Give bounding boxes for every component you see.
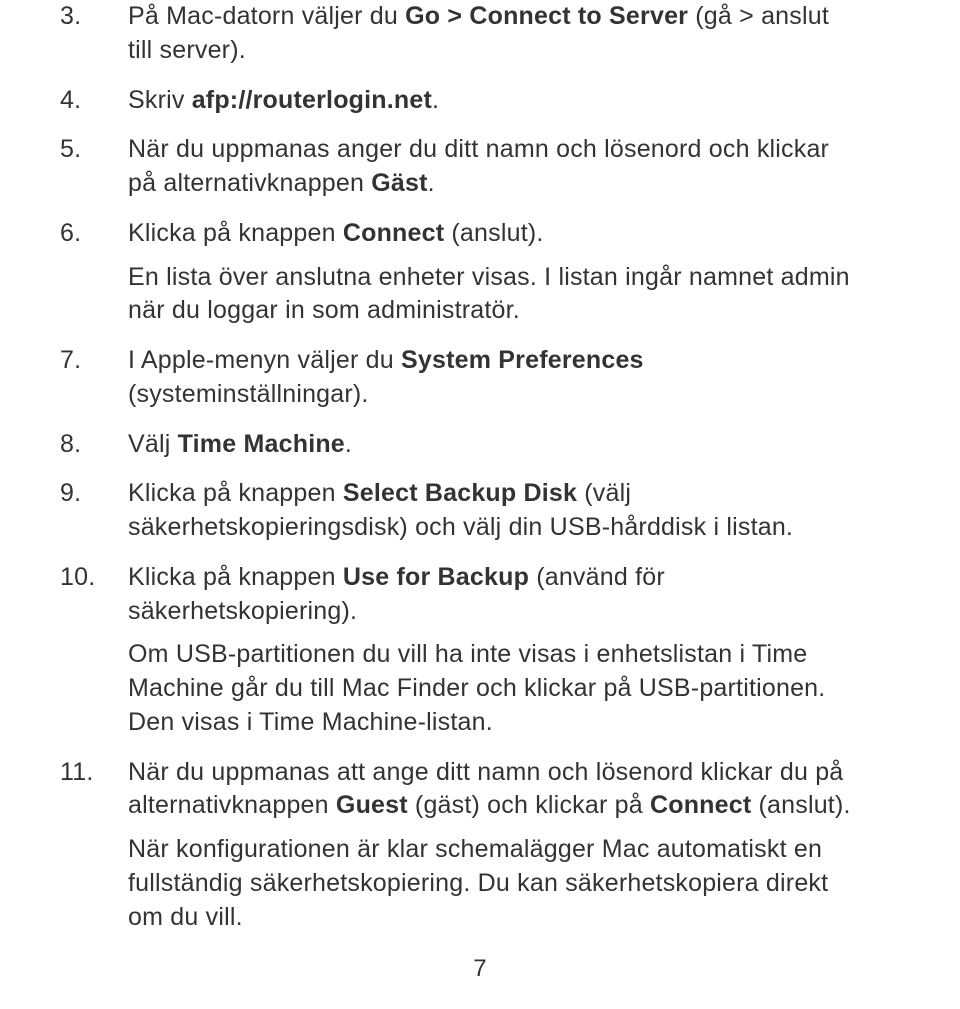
document-page: 3.På Mac-datorn väljer du Go > Connect t…: [0, 0, 960, 1009]
page-number: 7: [0, 953, 960, 985]
bold-text: Use for Backup: [343, 563, 529, 591]
text-run: I Apple-menyn väljer du: [128, 346, 401, 374]
step-body: När du uppmanas att ange ditt namn och l…: [128, 756, 860, 935]
step-paragraph: När du uppmanas att ange ditt namn och l…: [128, 756, 860, 824]
bold-text: Connect: [343, 219, 444, 247]
text-run: Välj: [128, 430, 178, 458]
step-number: 8.: [60, 428, 128, 462]
instruction-step: 10.Klicka på knappen Use for Backup (anv…: [60, 561, 860, 740]
step-body: När du uppmanas anger du ditt namn och l…: [128, 133, 860, 201]
step-body: Välj Time Machine.: [128, 428, 860, 462]
instruction-step: 3.På Mac-datorn väljer du Go > Connect t…: [60, 0, 860, 68]
bold-text: Select Backup Disk: [343, 479, 577, 507]
step-paragraph: En lista över anslutna enheter visas. I …: [128, 261, 860, 329]
step-paragraph: När du uppmanas anger du ditt namn och l…: [128, 133, 860, 201]
text-run: (anslut).: [444, 219, 543, 247]
step-body: Klicka på knappen Select Backup Disk (vä…: [128, 477, 860, 545]
step-body: Klicka på knappen Connect (anslut). En li…: [128, 217, 860, 328]
text-run: Klicka på knappen: [128, 219, 343, 247]
step-paragraph: På Mac-datorn väljer du Go > Connect to …: [128, 0, 860, 68]
step-paragraph: Klicka på knappen Connect (anslut).: [128, 217, 860, 251]
text-run: När konfigurationen är klar schemalägger…: [128, 835, 828, 931]
text-run: .: [428, 169, 435, 197]
instruction-step: 7.I Apple-menyn väljer du System Prefere…: [60, 344, 860, 412]
step-paragraph: Skriv afp://routerlogin.net.: [128, 84, 860, 118]
bold-text: Gäst: [371, 169, 427, 197]
step-number: 6.: [60, 217, 128, 328]
step-number: 11.: [60, 756, 128, 935]
text-run: .: [432, 86, 439, 114]
step-body: I Apple-menyn väljer du System Preferenc…: [128, 344, 860, 412]
text-run: Klicka på knappen: [128, 479, 343, 507]
instruction-step: 9.Klicka på knappen Select Backup Disk (…: [60, 477, 860, 545]
text-run: (anslut).: [751, 791, 850, 819]
instruction-step: 6.Klicka på knappen Connect (anslut). En …: [60, 217, 860, 328]
step-paragraph: I Apple-menyn väljer du System Preferenc…: [128, 344, 860, 412]
step-number: 7.: [60, 344, 128, 412]
instruction-step: 8.Välj Time Machine.: [60, 428, 860, 462]
step-paragraph: Klicka på knappen Select Backup Disk (vä…: [128, 477, 860, 545]
step-body: På Mac-datorn väljer du Go > Connect to …: [128, 0, 860, 68]
step-number: 3.: [60, 0, 128, 68]
bold-text: System Preferences: [401, 346, 644, 374]
step-body: Skriv afp://routerlogin.net.: [128, 84, 860, 118]
step-body: Klicka på knappen Use for Backup (använd…: [128, 561, 860, 740]
text-run: Klicka på knappen: [128, 563, 343, 591]
instruction-step: 4.Skriv afp://routerlogin.net.: [60, 84, 860, 118]
step-number: 4.: [60, 84, 128, 118]
step-paragraph: När konfigurationen är klar schemalägger…: [128, 833, 860, 934]
instruction-step: 5.När du uppmanas anger du ditt namn och…: [60, 133, 860, 201]
text-run: Om USB-partitionen du vill ha inte visas…: [128, 640, 825, 736]
text-run: Skriv: [128, 86, 192, 114]
step-number: 10.: [60, 561, 128, 740]
step-number: 9.: [60, 477, 128, 545]
bold-text: Guest: [336, 791, 408, 819]
step-number: 5.: [60, 133, 128, 201]
text-run: En lista över anslutna enheter visas. I …: [128, 263, 850, 325]
step-paragraph: Klicka på knappen Use for Backup (använd…: [128, 561, 860, 629]
text-run: .: [345, 430, 352, 458]
text-run: (systeminställningar).: [128, 380, 369, 408]
step-paragraph: Välj Time Machine.: [128, 428, 860, 462]
text-run: (gäst) och klickar på: [408, 791, 650, 819]
bold-text: Connect: [650, 791, 751, 819]
instruction-list: 3.På Mac-datorn väljer du Go > Connect t…: [60, 0, 860, 934]
bold-text: Go > Connect to Server: [405, 2, 688, 30]
instruction-step: 11.När du uppmanas att ange ditt namn oc…: [60, 756, 860, 935]
text-run: På Mac-datorn väljer du: [128, 2, 405, 30]
step-paragraph: Om USB-partitionen du vill ha inte visas…: [128, 638, 860, 739]
bold-text: afp://routerlogin.net: [192, 86, 432, 114]
text-run: När du uppmanas anger du ditt namn och l…: [128, 135, 829, 197]
bold-text: Time Machine: [178, 430, 345, 458]
